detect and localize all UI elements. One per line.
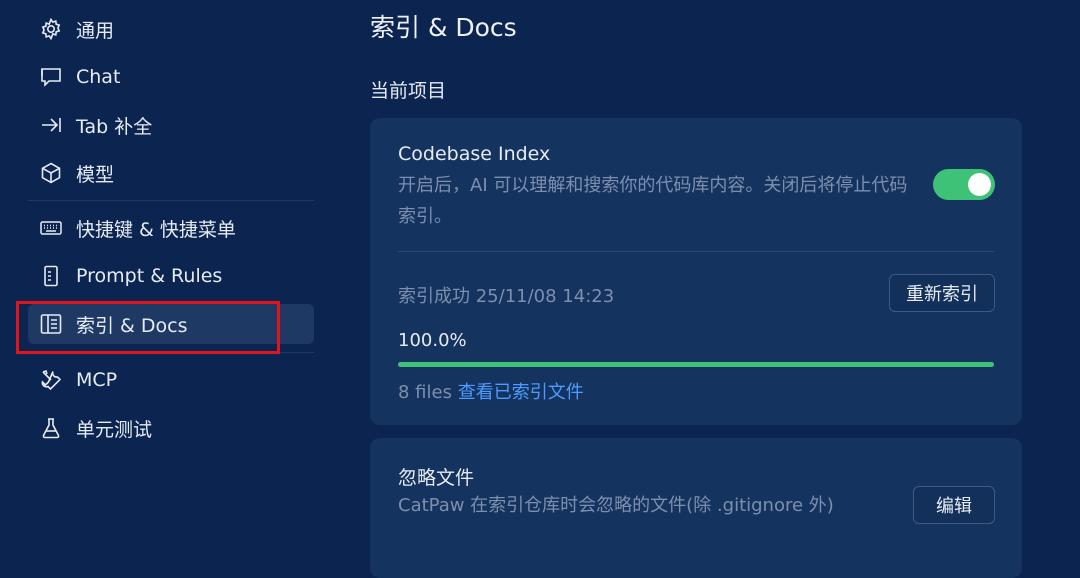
selection-highlight (16, 301, 280, 354)
sidebar-item-label: Prompt & Rules (76, 265, 223, 287)
toggle-knob (968, 173, 991, 196)
codebase-index-description: 开启后，AI 可以理解和搜索你的代码库内容。关闭后将停止代码索引。 (398, 175, 908, 227)
section-title: 当前项目 (370, 80, 447, 102)
index-status: 索引成功 25/11/08 14:23 (398, 286, 615, 307)
cube-icon (38, 160, 64, 186)
chat-icon (38, 64, 64, 90)
sidebar-item-label: 单元测试 (76, 418, 153, 441)
sidebar-item-general[interactable]: 通用 (28, 9, 314, 49)
sidebar-item-shortcuts[interactable]: 快捷键 & 快捷菜单 (28, 208, 314, 248)
sidebar-item-label: 通用 (76, 19, 115, 42)
sidebar-item-label: 快捷键 & 快捷菜单 (76, 218, 236, 241)
codebase-index-title: Codebase Index (398, 143, 551, 165)
ignore-files-title: 忽略文件 (398, 467, 475, 489)
sidebar-item-chat[interactable]: Chat (28, 57, 314, 97)
keyboard-icon (38, 215, 64, 241)
progress-fill (398, 362, 994, 367)
indexed-files-line: 8 files 查看已索引文件 (398, 378, 584, 404)
sidebar-item-mcp[interactable]: MCP (28, 360, 314, 400)
files-count: 8 files (398, 382, 452, 403)
sidebar-item-label: Tab 补全 (76, 115, 153, 138)
tab-arrow-icon (38, 112, 64, 138)
view-indexed-files-link[interactable]: 查看已索引文件 (458, 382, 584, 403)
progress-percent: 100.0% (398, 330, 467, 351)
sidebar-divider (28, 200, 314, 201)
progress-bar (398, 362, 994, 367)
sidebar-item-label: Chat (76, 66, 121, 88)
tools-icon (38, 367, 64, 393)
flask-icon (38, 415, 64, 441)
reindex-button[interactable]: 重新索引 (889, 274, 995, 312)
sidebar-item-tab-completion[interactable]: Tab 补全 (28, 105, 314, 145)
gear-icon (38, 16, 64, 42)
sidebar-item-unit-test[interactable]: 单元测试 (28, 408, 314, 448)
document-icon (38, 263, 64, 289)
sidebar-item-label: MCP (76, 369, 118, 391)
edit-button[interactable]: 编辑 (913, 486, 995, 524)
sidebar-item-label: 模型 (76, 163, 115, 186)
card-divider (398, 251, 994, 252)
sidebar-item-models[interactable]: 模型 (28, 153, 314, 193)
page-title: 索引 & Docs (370, 13, 517, 42)
sidebar: 通用 Chat Tab 补全 模型 快捷键 & 快捷菜单 Prompt & Ru… (0, 0, 330, 554)
main-panel: 索引 & Docs 当前项目 Codebase Index 开启后，AI 可以理… (370, 0, 1080, 578)
ignore-files-description: CatPaw 在索引仓库时会忽略的文件(除 .gitignore 外) (398, 495, 834, 516)
codebase-index-toggle[interactable] (933, 169, 995, 200)
sidebar-item-prompt-rules[interactable]: Prompt & Rules (28, 256, 314, 296)
